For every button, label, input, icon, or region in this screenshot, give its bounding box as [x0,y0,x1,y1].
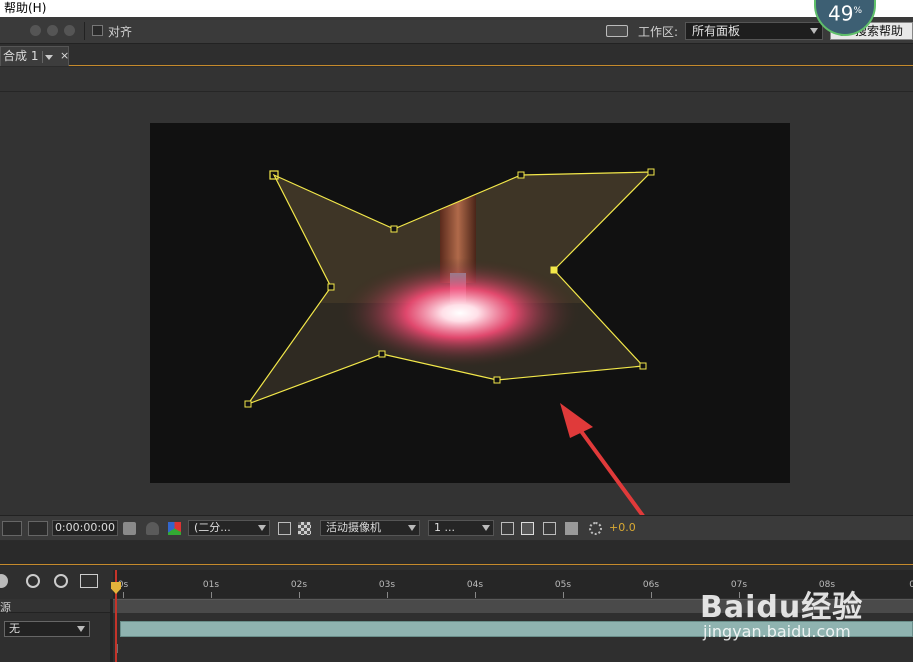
ruler-tick [475,592,476,598]
chevron-down-icon [77,626,85,632]
view-layout-value: 1 ... [434,521,455,534]
ruler-tick [651,592,652,598]
tab-composition-1[interactable]: 合成 1 × [0,46,69,66]
timeline-switch-icons [0,572,110,592]
ruler-tick-label: 09 [909,580,913,590]
source-column-header: 源 [0,599,110,614]
performance-unit: % [853,6,862,16]
column-divider[interactable] [110,599,113,662]
menu-help[interactable]: 帮助(H) [4,1,46,15]
ruler-tick [211,592,212,598]
ruler-tick [123,592,124,598]
align-label: 对齐 [108,25,133,39]
chevron-down-icon [482,525,490,531]
mask-vertex[interactable] [647,168,655,176]
performance-value: 49 [827,1,854,26]
parent-value: 无 [9,622,20,635]
exposure-value[interactable]: +0.0 [609,521,636,534]
workspace-select[interactable]: 所有面板 [685,22,823,40]
camera-view-value: 活动摄像机 [326,521,381,534]
mask-vertex[interactable] [517,171,525,179]
toggle-pixel-aspect-icon[interactable] [501,522,514,535]
region-of-interest-button[interactable] [2,521,22,536]
fast-preview-icon[interactable] [278,522,291,535]
stopwatch-icon[interactable] [54,574,68,588]
source-column-label: 源 [0,601,11,614]
tab-menu-dropdown[interactable] [42,51,54,63]
timeline-panel-icon[interactable] [543,522,556,535]
mask-vertex[interactable] [378,350,386,358]
align-checkbox[interactable] [92,25,103,36]
hide-shy-icon[interactable] [26,574,40,588]
ruler-tick-label: 02s [290,580,308,590]
viewer-guide-line [0,91,913,92]
baidu-watermark: Baidu经验 jingyan.baidu.com [700,566,900,646]
view-layout-select[interactable]: 1 ... [428,520,494,536]
draft-3d-icon[interactable] [0,574,8,588]
composition-tabstrip: 合成 1 × [0,44,913,66]
composition-viewer[interactable] [0,67,913,515]
panel-separator [0,541,913,565]
mask-vertex[interactable] [244,400,252,408]
parent-select[interactable]: 无 [4,621,90,637]
record-tool-icon[interactable] [47,25,58,36]
transparency-toggle-icon[interactable] [298,522,311,535]
mask-vertex[interactable] [327,283,335,291]
tool-icons [30,25,75,36]
ruler-tick [563,592,564,598]
ruler-tick-label: 04s [466,580,484,590]
chevron-down-icon [810,28,818,34]
mask-vertex[interactable] [493,376,501,384]
workspace-icon[interactable] [606,25,628,37]
flowchart-icon[interactable] [565,522,578,535]
fast-previews-icon[interactable] [521,522,534,535]
torch-flare [340,258,580,368]
watermark-brand: Baidu经验 [700,590,864,625]
show-snapshot-icon[interactable] [146,522,159,535]
exposure-reset-icon[interactable] [589,522,602,535]
watermark-url: jingyan.baidu.com [703,622,851,641]
workspace-value: 所有面板 [692,24,741,38]
canvas-svg [244,168,655,408]
workspace-label: 工作区: [638,25,679,39]
color-channel-icon[interactable] [168,522,181,535]
toolbar-divider [84,22,85,40]
resolution-select[interactable]: (二分... [188,520,270,536]
motion-blur-icon[interactable] [80,574,98,588]
resolution-value: (二分... [194,521,231,534]
tab-composition-label: 合成 1 [3,49,39,63]
composition-canvas[interactable] [150,123,790,483]
masked-footage [248,172,651,404]
ruler-tick-label: 03s [378,580,396,590]
mask-vertex-selected[interactable] [550,266,558,274]
chevron-down-icon [408,525,416,531]
ruler-tick-label: 06s [642,580,660,590]
camera-snapshot-icon[interactable] [123,522,136,535]
close-icon[interactable]: × [60,47,69,65]
transparency-grid-button[interactable] [28,521,48,536]
camera-view-select[interactable]: 活动摄像机 [320,520,420,536]
mask-vertex[interactable] [639,362,647,370]
current-time-field[interactable]: 0:00:00:00 [52,520,118,536]
tools-toolbar: 对齐 工作区: 所有面板 搜索帮助 [0,17,913,44]
ruler-tick-label: 01s [202,580,220,590]
mask-vertex[interactable] [390,225,398,233]
ruler-tick [299,592,300,598]
viewer-control-bar: 0:00:00:00 (二分... 活动摄像机 1 ... +0.0 [0,515,913,540]
move-tool-icon[interactable] [30,25,41,36]
ruler-tick [387,592,388,598]
menu-bar: 帮助(H) [0,0,913,17]
chevron-down-icon [258,525,266,531]
ruler-tick-label: 05s [554,580,572,590]
pin-tool-icon[interactable] [64,25,75,36]
